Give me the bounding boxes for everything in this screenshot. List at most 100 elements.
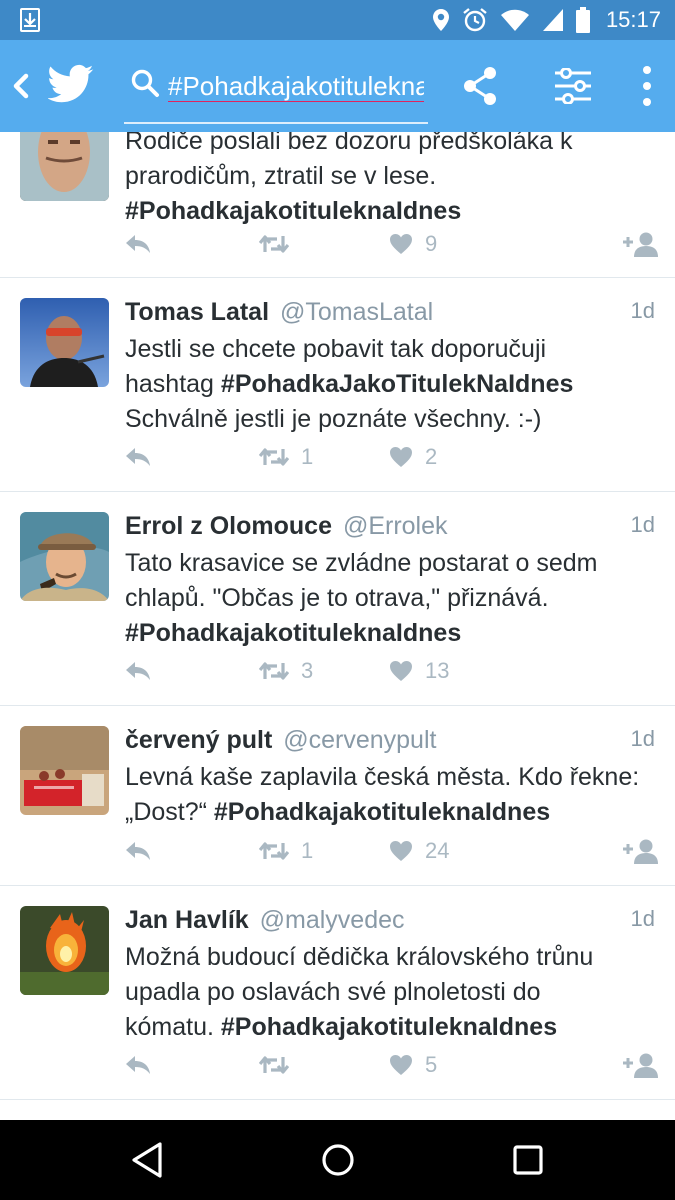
tweet-time: 1d (630, 726, 655, 751)
follow-button[interactable] (623, 834, 659, 868)
like-button[interactable]: 13 (389, 654, 449, 688)
back-arrow-icon[interactable] (6, 70, 36, 102)
app-bar (0, 40, 675, 132)
back-triangle-icon[interactable] (126, 1138, 170, 1182)
author-name[interactable]: Tomas Latal (125, 298, 269, 326)
more-vertical-icon[interactable] (636, 66, 658, 106)
avatar[interactable] (20, 132, 109, 201)
retweet-button[interactable]: 1 (259, 834, 313, 868)
like-count: 24 (425, 838, 450, 863)
battery-icon (575, 7, 590, 33)
author-handle[interactable]: @cervenypult (283, 726, 436, 754)
retweet-icon (259, 842, 289, 860)
location-icon (432, 9, 449, 31)
search-icon (131, 69, 159, 97)
heart-icon (390, 841, 412, 861)
signal-icon (542, 9, 563, 31)
retweet-count: 1 (301, 838, 314, 863)
reply-button[interactable] (125, 654, 151, 688)
tweet[interactable]: Errol z Olomouce @Errolek 1d Tato krasav… (0, 492, 675, 706)
reply-button[interactable] (125, 1048, 151, 1082)
author-name[interactable]: Errol z Olomouce (125, 512, 332, 540)
hashtag-link[interactable]: #PohadkajakotituleknaIdnes (125, 616, 660, 651)
tweet-header: červený pult @cervenypult 1d (125, 726, 655, 758)
hashtag-link[interactable]: #PohadkajakotituleknaIdnes (221, 1013, 557, 1041)
tweet-text-line: Rodiče poslali bez dozoru předškoláka k (125, 132, 573, 155)
tweet-text-line: Tato krasavice se zvládne postarat o sed… (125, 549, 598, 577)
tweet-text: Rodiče poslali bez dozoru předškoláka k … (125, 132, 660, 229)
share-icon[interactable] (462, 66, 498, 106)
tweet[interactable]: červený pult @cervenypult 1d Levná kaše … (0, 706, 675, 886)
retweet-count: 1 (301, 444, 314, 469)
reply-icon (126, 842, 150, 860)
search-input[interactable] (168, 64, 424, 108)
heart-icon (390, 447, 412, 467)
author-name[interactable]: červený pult (125, 726, 272, 754)
tweet[interactable]: Jan Havlík @malyvedec 1d Možná budoucí d… (0, 886, 675, 1100)
reply-button[interactable] (125, 227, 151, 261)
filter-icon[interactable] (554, 68, 592, 104)
clock-time: 15:17 (605, 7, 661, 32)
author-handle[interactable]: @malyvedec (260, 906, 405, 934)
follow-button[interactable] (623, 227, 659, 261)
author-name[interactable]: Jan Havlík (125, 906, 249, 934)
reply-button[interactable] (125, 440, 151, 474)
avatar[interactable] (20, 512, 109, 601)
tweet-text-fragment: hashtag (125, 370, 221, 398)
retweet-button[interactable]: 3 (259, 654, 313, 688)
like-button[interactable]: 9 (389, 227, 437, 261)
recents-square-icon[interactable] (506, 1138, 550, 1182)
reply-icon (126, 448, 150, 466)
avatar[interactable] (20, 298, 109, 387)
follow-button[interactable] (623, 1048, 659, 1082)
retweet-button[interactable]: 1 (259, 440, 313, 474)
retweet-icon (259, 1056, 289, 1074)
retweet-count: 3 (301, 658, 314, 683)
tweet-actions: 1 2 (125, 440, 659, 474)
reply-button[interactable] (125, 834, 151, 868)
like-button[interactable]: 5 (389, 1048, 437, 1082)
like-button[interactable]: 24 (389, 834, 449, 868)
like-count: 5 (425, 1052, 438, 1077)
search-field[interactable] (124, 58, 428, 124)
retweet-button[interactable] (259, 227, 301, 261)
heart-icon (390, 1055, 412, 1075)
tweet[interactable]: Tomas Latal @TomasLatal 1d Jestli se chc… (0, 278, 675, 492)
avatar[interactable] (20, 906, 109, 995)
like-count: 9 (425, 231, 438, 256)
add-user-icon (623, 839, 658, 864)
tweet-text-line: Schválně jestli je poznáte všechny. :-) (125, 405, 542, 433)
tweet-text-fragment: kómatu. (125, 1013, 221, 1041)
reply-icon (126, 1056, 150, 1074)
hashtag-link[interactable]: #PohadkajakotituleknaIdnes (214, 798, 550, 826)
add-user-icon (623, 232, 658, 257)
tweet[interactable]: Rodiče poslali bez dozoru předškoláka k … (0, 132, 675, 278)
heart-icon (390, 661, 412, 681)
hashtag-link[interactable]: #PohadkaJakoTitulekNaIdnes (221, 370, 573, 398)
retweet-button[interactable] (259, 1048, 301, 1082)
alarm-icon (463, 8, 487, 32)
avatar[interactable] (20, 726, 109, 815)
heart-icon (390, 234, 412, 254)
tweet-text: Jestli se chcete pobavit tak doporučuji … (125, 332, 660, 437)
tweet-text-line: Levná kaše zaplavila česká města. Kdo ře… (125, 763, 640, 791)
author-handle[interactable]: @TomasLatal (280, 298, 433, 326)
tweet-text-line: upadla po oslavách své plnoletosti do (125, 978, 541, 1006)
tweet-text-line: prarodičům, ztratil se v lese. (125, 162, 437, 190)
tweet-feed[interactable]: Rodiče poslali bez dozoru předškoláka k … (0, 132, 675, 1120)
download-notification-icon (20, 8, 40, 32)
system-nav-bar (0, 1120, 675, 1200)
tweet-header: Tomas Latal @TomasLatal 1d (125, 298, 655, 330)
tweet-text: Možná budoucí dědička královského trůnu … (125, 940, 660, 1045)
tweet-text: Levná kaše zaplavila česká města. Kdo ře… (125, 760, 660, 830)
like-button[interactable]: 2 (389, 440, 437, 474)
author-handle[interactable]: @Errolek (343, 512, 448, 540)
tweet-time: 1d (630, 512, 655, 537)
tweet-text-line: Jestli se chcete pobavit tak doporučuji (125, 335, 547, 363)
tweet-text-line: Možná budoucí dědička královského trůnu (125, 943, 594, 971)
tweet-actions: 9 (125, 227, 659, 261)
home-circle-icon[interactable] (316, 1138, 360, 1182)
tweet-actions: 3 13 (125, 654, 659, 688)
hashtag-link[interactable]: #PohadkajakotituleknaIdnes (125, 194, 660, 229)
tweet-actions: 1 24 (125, 834, 659, 868)
